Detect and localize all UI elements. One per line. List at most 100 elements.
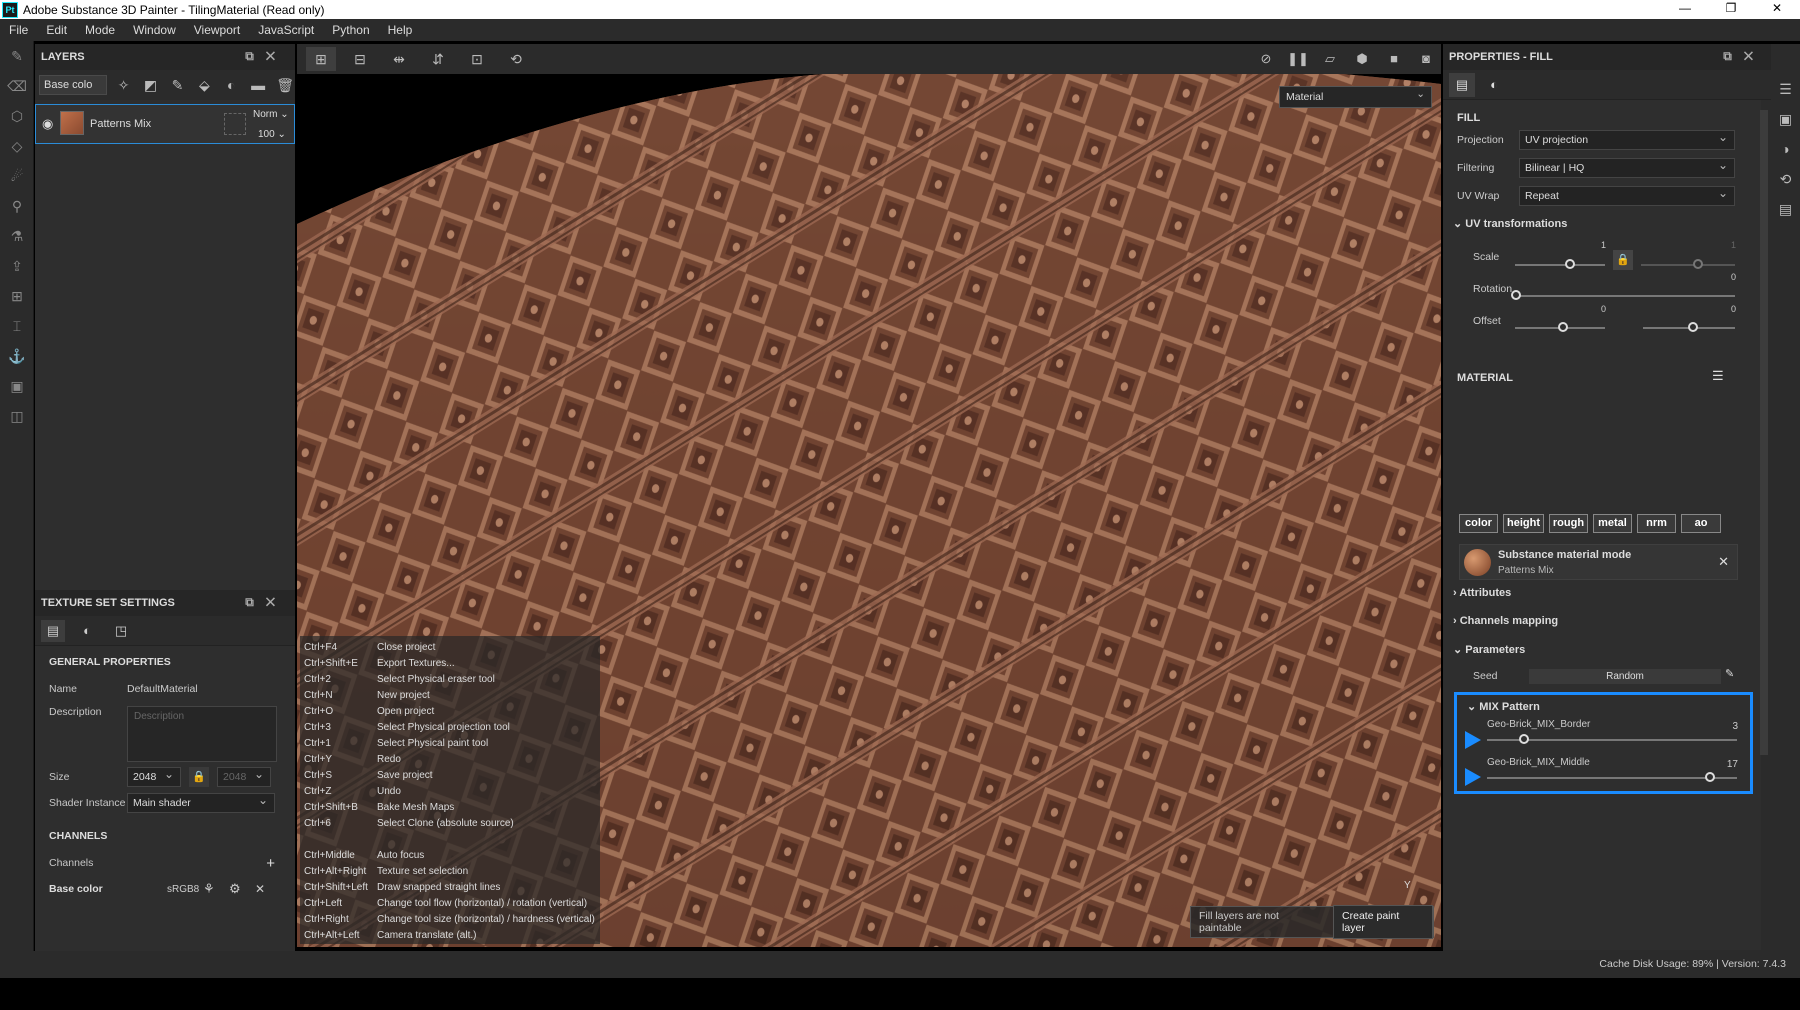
log-icon[interactable]: ▤ [1771, 194, 1800, 224]
minimize-icon[interactable]: — [1662, 0, 1708, 19]
close-panel-icon[interactable]: ✕ [1744, 49, 1765, 63]
camera-icon[interactable]: ■ [1381, 47, 1407, 71]
chip-ao[interactable]: ao [1681, 514, 1721, 533]
filtering-select[interactable]: Bilinear | HQ [1519, 156, 1735, 178]
restore-icon[interactable]: ❐ [1708, 0, 1754, 19]
view-2d-icon[interactable]: ▱ [1317, 47, 1343, 71]
color-profile-icon[interactable]: ⚘ [203, 881, 215, 897]
display-settings-icon[interactable]: ▣ [1771, 104, 1800, 134]
parameters-toggle[interactable]: ⌄ Parameters [1453, 643, 1525, 656]
add-folder-icon[interactable]: ▬ [248, 75, 268, 95]
smudge-icon[interactable]: ☄ [0, 161, 34, 191]
substance-material-card[interactable]: Substance material mode Patterns Mix ✕ [1459, 544, 1738, 580]
rotation-knob[interactable] [1511, 290, 1521, 300]
layers-strip-icon[interactable]: ☰ [1771, 74, 1800, 104]
float-panel-icon[interactable]: ⧉ [245, 49, 266, 63]
channel-settings-icon[interactable]: ⚙ [229, 881, 241, 897]
grid-view-icon[interactable]: ⊞ [306, 47, 336, 71]
view-3d-icon[interactable]: ⬢ [1349, 47, 1375, 71]
projection-select[interactable]: UV projection [1519, 128, 1735, 150]
measure-icon[interactable]: ⊞ [0, 281, 34, 311]
mix-pattern-toggle[interactable]: ⌄ MIX Pattern [1467, 700, 1540, 713]
chip-metal[interactable]: metal [1593, 514, 1632, 533]
material-options-icon[interactable]: ☰ [1712, 368, 1724, 384]
create-paint-layer-button[interactable]: Create paint layer [1333, 905, 1433, 939]
color-picker-icon[interactable]: ⚗ [0, 221, 34, 251]
chip-nrm[interactable]: nrm [1637, 514, 1676, 533]
add-fill-layer-icon[interactable]: ⬙ [194, 75, 214, 95]
channels-mapping-toggle[interactable]: › Channels mapping [1453, 615, 1558, 627]
close-panel-icon[interactable]: ✕ [266, 595, 287, 609]
menu-window[interactable]: Window [124, 23, 185, 37]
symmetry-icon[interactable]: ⇹ [384, 47, 414, 71]
geometry-icon[interactable]: ⌶ [0, 311, 34, 341]
properties-scrollbar[interactable] [1760, 110, 1768, 755]
description-field[interactable]: Description [127, 706, 277, 762]
layer-item[interactable]: ◉ Patterns Mix Norm ⌄ 100 ⌄ [35, 104, 295, 144]
anchor-icon[interactable]: ⚓ [0, 341, 34, 371]
scale-slider[interactable] [1515, 264, 1605, 266]
polygon-fill-icon[interactable]: ◇ [0, 131, 34, 161]
chip-rough[interactable]: rough [1549, 514, 1588, 533]
material-tab-icon[interactable]: ◐ [1481, 73, 1507, 97]
eraser-icon[interactable]: ⌫ [0, 71, 34, 101]
settings-tab-icon[interactable]: ▤ [41, 619, 65, 642]
visibility-toggle-icon[interactable]: ⊘ [1253, 47, 1279, 71]
float-panel-icon[interactable]: ⧉ [245, 595, 266, 609]
seed-random-button[interactable]: Random [1529, 669, 1721, 684]
tiling-icon[interactable]: ⊟ [345, 47, 375, 71]
layer-mask-slot[interactable] [224, 113, 246, 135]
close-panel-icon[interactable]: ✕ [266, 49, 287, 63]
menu-javascript[interactable]: JavaScript [249, 23, 323, 37]
properties-strip-icon[interactable] [1771, 44, 1800, 74]
play-icon[interactable] [1465, 731, 1481, 749]
layer-opacity[interactable]: 100 ⌄ [258, 129, 286, 140]
paint-brush-icon[interactable]: ✎ [0, 41, 34, 71]
chip-color[interactable]: color [1459, 514, 1498, 533]
shader-tab-icon[interactable]: ◐ [75, 620, 99, 642]
uvwrap-select[interactable]: Repeat [1519, 184, 1735, 206]
viewport-mode-select[interactable]: Material [1279, 84, 1432, 108]
base-color-format[interactable]: sRGB8 [167, 884, 199, 895]
delete-layer-icon[interactable]: 🗑 [275, 75, 295, 95]
play-icon[interactable] [1465, 768, 1481, 786]
add-paint-layer-icon[interactable]: ✎ [168, 75, 188, 95]
float-panel-icon[interactable]: ⧉ [1723, 49, 1744, 63]
size-select[interactable]: 2048 [127, 765, 181, 787]
geometry-tab-icon[interactable]: ◳ [109, 620, 133, 642]
projection-icon[interactable]: ⬡ [0, 101, 34, 131]
remove-material-icon[interactable]: ✕ [1718, 554, 1729, 570]
lock-icon[interactable]: 🔒 [189, 767, 209, 787]
middle-knob[interactable] [1705, 772, 1715, 782]
history-strip-icon[interactable]: ⟲ [1771, 164, 1800, 194]
menu-file[interactable]: File [0, 23, 37, 37]
layer-blend-mode[interactable]: Norm ⌄ [253, 109, 289, 120]
frame-icon[interactable]: ⊡ [462, 47, 492, 71]
scale-lock-icon[interactable]: 🔒 [1613, 250, 1633, 270]
add-smart-material-icon[interactable]: ◐ [221, 75, 241, 95]
border-knob[interactable] [1519, 734, 1529, 744]
seed-edit-icon[interactable]: ✎ [1725, 667, 1734, 680]
uv-transformations-toggle[interactable]: ⌄ UV transformations [1453, 217, 1567, 230]
remove-channel-icon[interactable]: ✕ [255, 882, 265, 896]
export-icon[interactable]: ▣ [0, 371, 34, 401]
menu-help[interactable]: Help [379, 23, 422, 37]
shader-settings-icon[interactable]: ◑ [1771, 134, 1800, 164]
history-icon[interactable]: ⟲ [501, 47, 531, 71]
pause-icon[interactable]: ❚❚ [1285, 47, 1311, 71]
mirror-icon[interactable]: ⇵ [423, 47, 453, 71]
channel-select[interactable]: Base colo [39, 75, 107, 95]
clone-stamp-icon[interactable]: ⚲ [0, 191, 34, 221]
middle-slider[interactable] [1487, 777, 1737, 779]
offset-knob[interactable] [1558, 322, 1568, 332]
eye-icon[interactable]: ◉ [42, 116, 53, 132]
screenshot-icon[interactable]: ◙ [1413, 47, 1439, 71]
menu-python[interactable]: Python [323, 23, 378, 37]
menu-edit[interactable]: Edit [37, 23, 76, 37]
scale-knob[interactable] [1565, 259, 1575, 269]
texture-set-icon[interactable]: ◫ [0, 401, 34, 431]
offset-knob-2[interactable] [1688, 322, 1698, 332]
bake-icon[interactable]: ⇪ [0, 251, 34, 281]
menu-mode[interactable]: Mode [76, 23, 124, 37]
fill-settings-tab-icon[interactable]: ▤ [1449, 72, 1475, 97]
